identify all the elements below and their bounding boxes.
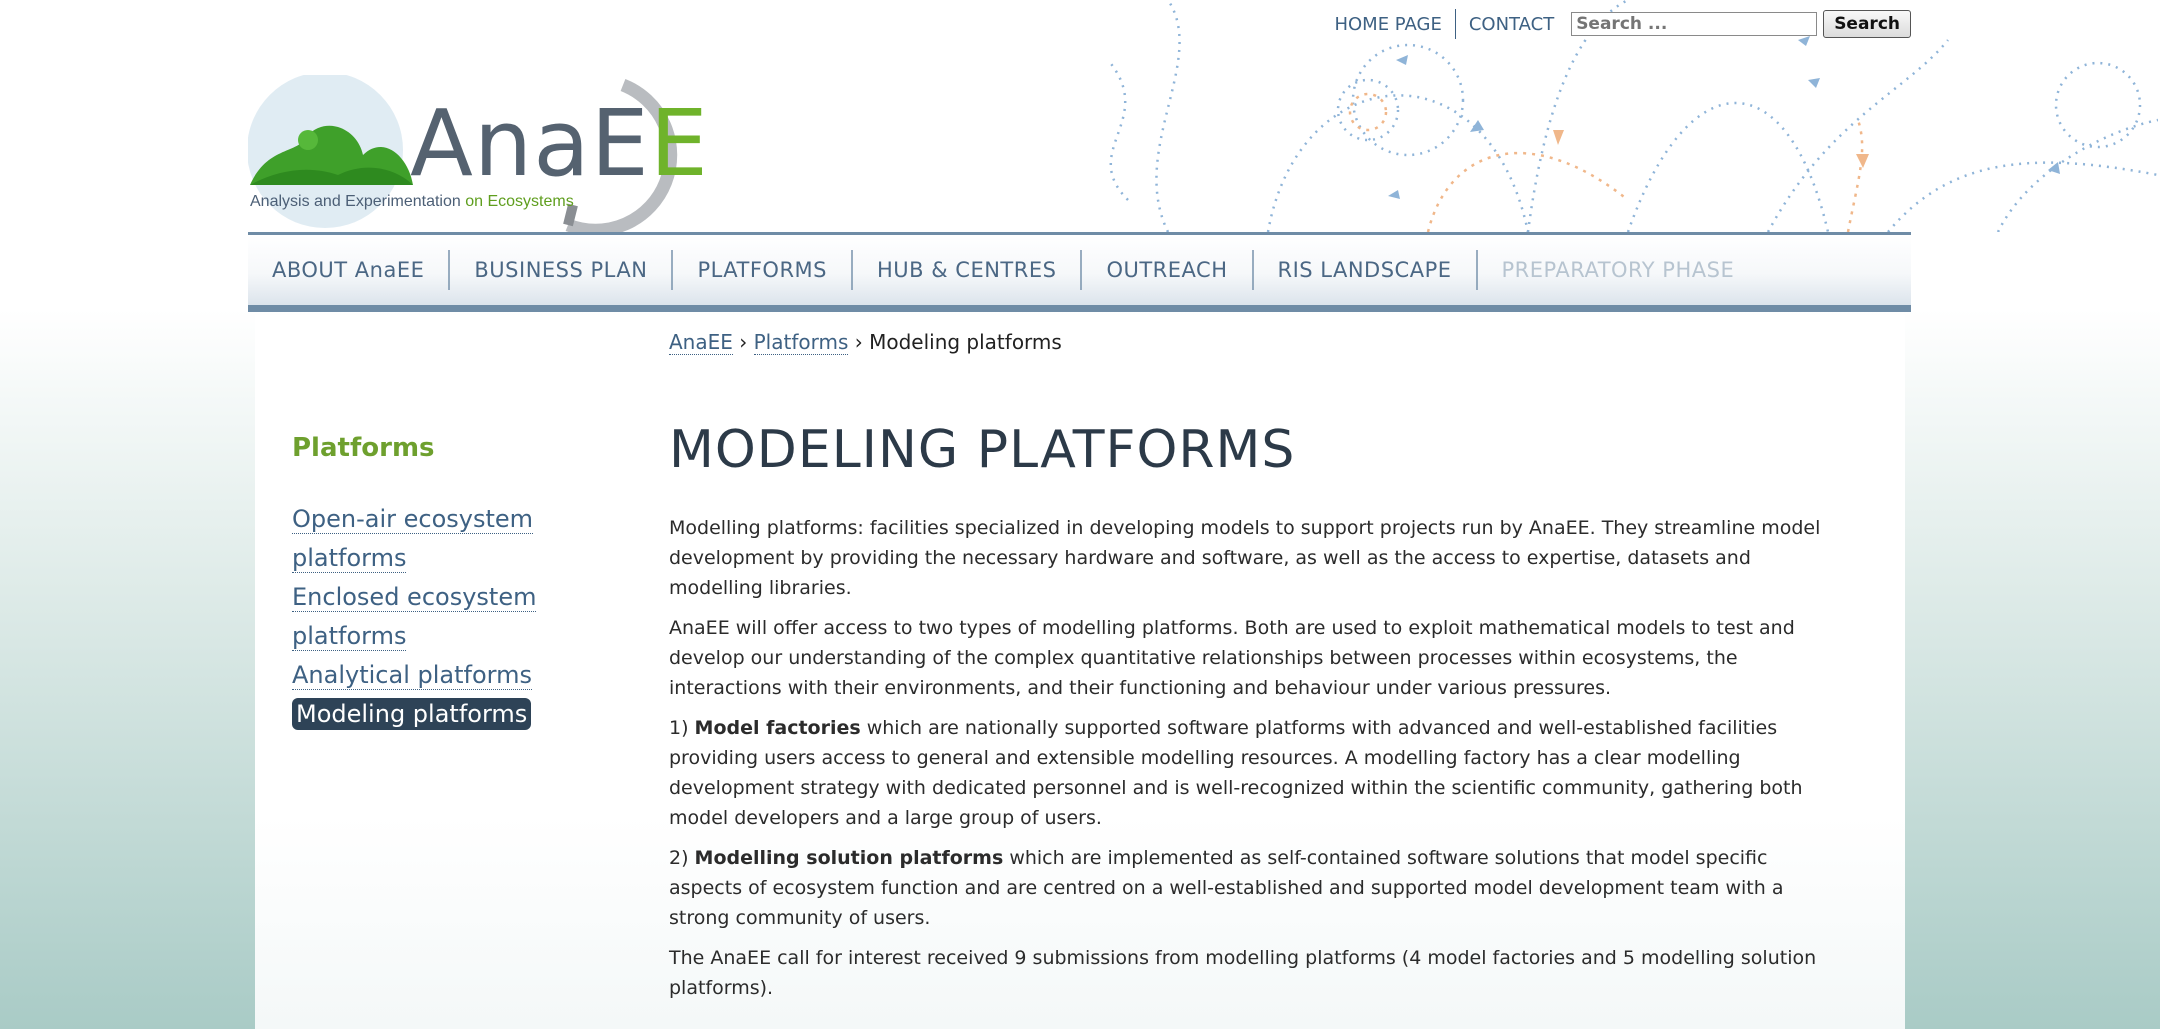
- nav-separator: [1080, 250, 1083, 290]
- sidebar-nav: Open-air ecosystem platforms Enclosed ec…: [292, 500, 552, 734]
- site-header: HOME PAGE CONTACT Search AnaEE Analysis …: [247, 0, 2158, 237]
- nav-item-about[interactable]: ABOUT AnaEE: [248, 258, 448, 282]
- breadcrumb-separator: ›: [854, 330, 863, 354]
- top-links: HOME PAGE CONTACT Search: [1321, 9, 1911, 39]
- sidebar-item-modeling[interactable]: Modeling platforms: [292, 698, 532, 730]
- paragraph-model-factories: 1) Model factories which are nationally …: [669, 717, 1803, 829]
- breadcrumb-home-link[interactable]: AnaEE: [669, 330, 733, 355]
- nav-item-business-plan[interactable]: BUSINESS PLAN: [450, 258, 671, 282]
- nav-separator: [1475, 250, 1478, 290]
- nav-separator: [671, 250, 674, 290]
- search-button[interactable]: Search: [1823, 10, 1911, 38]
- page-title: MODELING PLATFORMS: [669, 420, 1296, 480]
- logo-tagline: Analysis and Experimentation on Ecosyste…: [250, 193, 574, 210]
- sidebar-item-open-air[interactable]: Open-air ecosystem platforms: [292, 505, 534, 573]
- nav-item-platforms[interactable]: PLATFORMS: [673, 258, 851, 282]
- nav-item-preparatory-phase[interactable]: PREPARATORY PHASE: [1478, 258, 1759, 282]
- sidebar-item-analytical[interactable]: Analytical platforms: [292, 661, 532, 690]
- home-page-link[interactable]: HOME PAGE: [1321, 14, 1454, 35]
- breadcrumb-separator: ›: [739, 330, 748, 354]
- nav-separator: [448, 250, 451, 290]
- sidebar-item-enclosed[interactable]: Enclosed ecosystem platforms: [292, 583, 537, 651]
- anaee-logo[interactable]: AnaEE Analysis and Experimentation on Ec…: [247, 72, 708, 237]
- breadcrumb: AnaEE › Platforms › Modeling platforms: [669, 330, 1062, 355]
- sidebar-title: Platforms: [292, 433, 435, 463]
- nav-item-outreach[interactable]: OUTREACH: [1082, 258, 1251, 282]
- logo-wordmark: AnaEE: [410, 90, 709, 197]
- article-body: Modelling platforms: facilities speciali…: [669, 513, 1839, 1013]
- paragraph-solution-platforms: 2) Modelling solution platforms which ar…: [669, 847, 1784, 929]
- paragraph-call-results: The AnaEE call for interest received 9 s…: [669, 947, 1817, 999]
- nav-item-hub-centres[interactable]: HUB & CENTRES: [853, 258, 1080, 282]
- nav-separator: [1251, 250, 1254, 290]
- breadcrumb-current: Modeling platforms: [869, 330, 1062, 354]
- nav-separator: [851, 250, 853, 290]
- breadcrumb-platforms-link[interactable]: Platforms: [753, 330, 849, 355]
- search-input[interactable]: [1571, 12, 1818, 36]
- main-nav: ABOUT AnaEE BUSINESS PLAN PLATFORMS HUB …: [248, 235, 1911, 312]
- contact-link[interactable]: CONTACT: [1456, 14, 1567, 35]
- paragraph-intro: Modelling platforms: facilities speciali…: [669, 517, 1821, 599]
- nav-item-ris-landscape[interactable]: RIS LANDSCAPE: [1254, 258, 1476, 282]
- paragraph-types: AnaEE will offer access to two types of …: [669, 617, 1795, 699]
